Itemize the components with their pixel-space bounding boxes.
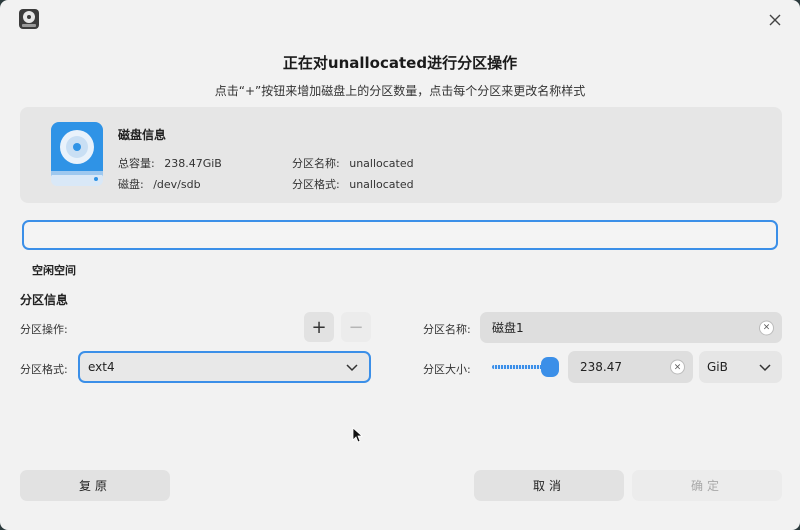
device-label: 磁盘: [118, 178, 144, 191]
total-value: 238.47GiB [164, 157, 222, 170]
partition-size-label: 分区大小: [423, 363, 471, 376]
dialog-title: 正在对unallocated进行分区操作 [282, 54, 518, 72]
disk-name: 磁盘信息 [118, 128, 167, 142]
partition-format-select[interactable]: ext4 [78, 351, 371, 383]
part-format-row: 分区格式: unallocated [292, 176, 414, 192]
disk-total-row: 总容量: 238.47GiB [118, 155, 222, 171]
confirm-button[interactable]: 确定 [632, 470, 782, 501]
free-space-label: 空闲空间 [32, 264, 76, 277]
chevron-down-icon [346, 364, 358, 372]
unit-value: GiB [707, 360, 728, 374]
partition-info-title: 分区信息 [20, 293, 69, 307]
part-format-value: unallocated [349, 178, 414, 191]
dialog-subtitle: 点击“+”按钮来增加磁盘上的分区数量，点击每个分区来更改名称样式 [214, 84, 586, 98]
part-name-value: unallocated [349, 157, 414, 170]
cancel-button[interactable]: 取消 [474, 470, 624, 501]
part-name-row: 分区名称: unallocated [292, 155, 414, 171]
app-icon [18, 8, 40, 30]
partition-size-value: 238.47 [580, 360, 622, 374]
partition-format-label: 分区格式: [20, 363, 68, 376]
format-value: ext4 [88, 360, 115, 374]
disk-device-row: 磁盘: /dev/sdb [118, 176, 201, 192]
total-label: 总容量: [118, 157, 155, 170]
clear-icon[interactable]: × [759, 320, 774, 335]
device-value: /dev/sdb [153, 178, 201, 191]
close-button[interactable] [764, 9, 786, 31]
part-name-label: 分区名称: [292, 157, 340, 170]
close-icon [769, 14, 781, 26]
partition-name-label: 分区名称: [423, 323, 471, 336]
partition-dialog: 正在对unallocated进行分区操作 点击“+”按钮来增加磁盘上的分区数量，… [0, 0, 800, 530]
partition-name-input[interactable]: 磁盘1 × [480, 312, 782, 343]
partition-size-input[interactable]: 238.47 × [568, 351, 693, 383]
partition-name-value: 磁盘1 [492, 321, 524, 335]
add-partition-button[interactable]: + [304, 312, 334, 342]
partition-op-label: 分区操作: [20, 323, 68, 336]
disk-icon [50, 121, 104, 187]
size-slider-thumb[interactable] [541, 357, 559, 377]
plus-icon: + [311, 316, 327, 338]
mouse-cursor-icon [352, 427, 364, 443]
remove-partition-button[interactable]: − [341, 312, 371, 342]
clear-icon[interactable]: × [670, 359, 685, 375]
revert-button[interactable]: 复原 [20, 470, 170, 501]
chevron-down-icon [759, 364, 771, 372]
minus-icon: − [348, 316, 364, 338]
partition-bar[interactable] [22, 220, 778, 250]
disk-info-card: 磁盘信息 总容量: 238.47GiB 磁盘: /dev/sdb 分区名称: u… [20, 107, 782, 203]
size-unit-select[interactable]: GiB [699, 351, 782, 383]
part-format-label: 分区格式: [292, 178, 340, 191]
